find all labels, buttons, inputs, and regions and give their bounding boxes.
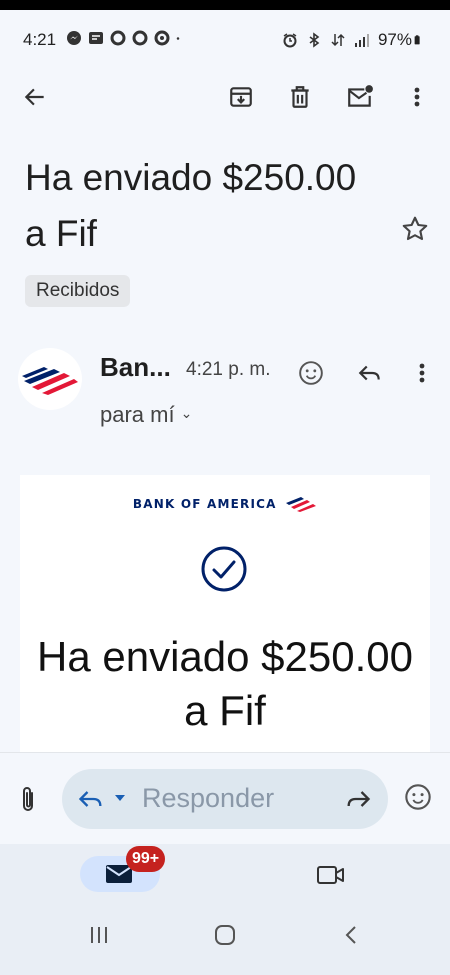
signal-icon [354, 34, 369, 47]
status-time: 4:21 [23, 30, 57, 49]
inbox-label-chip[interactable]: Recibidos [25, 275, 131, 307]
body-headline: Ha enviado $250.00 a Fif [37, 633, 413, 734]
video-camera-icon [317, 866, 344, 884]
reply-input[interactable]: Responder [62, 769, 388, 829]
star-button[interactable] [400, 214, 432, 246]
unread-count-badge: 99+ [126, 846, 166, 872]
mark-unread-button[interactable] [343, 80, 377, 114]
star-outline-icon [402, 216, 428, 241]
top-edge [0, 0, 450, 10]
attach-button[interactable] [16, 785, 44, 817]
checkmark-circle-icon [201, 546, 247, 592]
reply-button[interactable] [355, 358, 385, 388]
more-options-button[interactable] [400, 80, 434, 114]
more-vert-icon [419, 363, 425, 383]
archive-button[interactable] [224, 80, 258, 114]
battery-percent: 97% [377, 30, 412, 49]
more-vert-icon [414, 87, 420, 107]
emoji-button[interactable] [404, 783, 436, 815]
caret-down-icon[interactable] [114, 793, 126, 803]
back-chevron-icon [345, 926, 356, 944]
add-reaction-button[interactable] [296, 358, 326, 388]
bottom-navigation: 99+ [0, 844, 450, 975]
dot-icon [176, 37, 180, 40]
forward-icon[interactable] [344, 785, 372, 813]
email-body: BANK OF AMERICA Ha enviado $250.00 a Fif [20, 475, 430, 760]
trash-icon [291, 86, 309, 108]
battery-icon [414, 35, 420, 45]
email-toolbar [0, 74, 450, 120]
messenger-icon [67, 31, 81, 45]
brand-name: BANK OF AMERICA [132, 496, 277, 511]
emoji-icon [405, 784, 431, 810]
email-subject: Ha enviado $250.00 a Fif [25, 157, 357, 254]
sender-avatar[interactable] [18, 348, 82, 410]
mark-unread-icon [348, 85, 373, 107]
system-icons: 97% [282, 30, 424, 50]
meet-tab[interactable] [316, 862, 346, 888]
reply-icon [358, 365, 380, 381]
bluetooth-icon [309, 32, 320, 48]
notification-icons [66, 30, 184, 46]
reply-icon[interactable] [76, 785, 106, 813]
delete-button[interactable] [283, 80, 317, 114]
message-more-button[interactable] [407, 358, 437, 388]
archive-icon [230, 87, 252, 107]
alarm-icon [283, 33, 297, 48]
reply-placeholder: Responder [142, 783, 275, 813]
email-time: 4:21 p. m. [186, 359, 271, 380]
recipient-details-toggle[interactable]: para mí ⌄ [100, 402, 192, 428]
paperclip-icon [23, 787, 33, 811]
bank-of-america-logo-icon [22, 367, 78, 395]
reply-bar: Responder [0, 752, 450, 844]
circle-notification-icon [110, 30, 126, 46]
system-navigation [0, 920, 450, 950]
status-bar: 4:21 97% [0, 26, 450, 54]
sender-name[interactable]: Ban... [100, 352, 171, 383]
bank-of-america-flag-icon [286, 496, 317, 512]
mail-notification-icon [89, 32, 103, 44]
data-arrows-icon [331, 33, 345, 47]
circle-notification-icon [154, 30, 170, 46]
boa-brand-header: BANK OF AMERICA [20, 495, 430, 513]
recent-apps-icon [91, 927, 107, 943]
recipient-text: para mí [100, 402, 175, 427]
back-arrow-icon [24, 88, 44, 106]
circle-notification-icon [132, 30, 148, 46]
home-button[interactable] [210, 920, 240, 950]
recent-apps-button[interactable] [84, 920, 114, 950]
back-button[interactable] [18, 80, 52, 114]
emoji-icon [299, 361, 323, 385]
home-icon [215, 925, 235, 945]
back-nav-button[interactable] [336, 920, 366, 950]
chevron-down-icon: ⌄ [180, 405, 193, 421]
